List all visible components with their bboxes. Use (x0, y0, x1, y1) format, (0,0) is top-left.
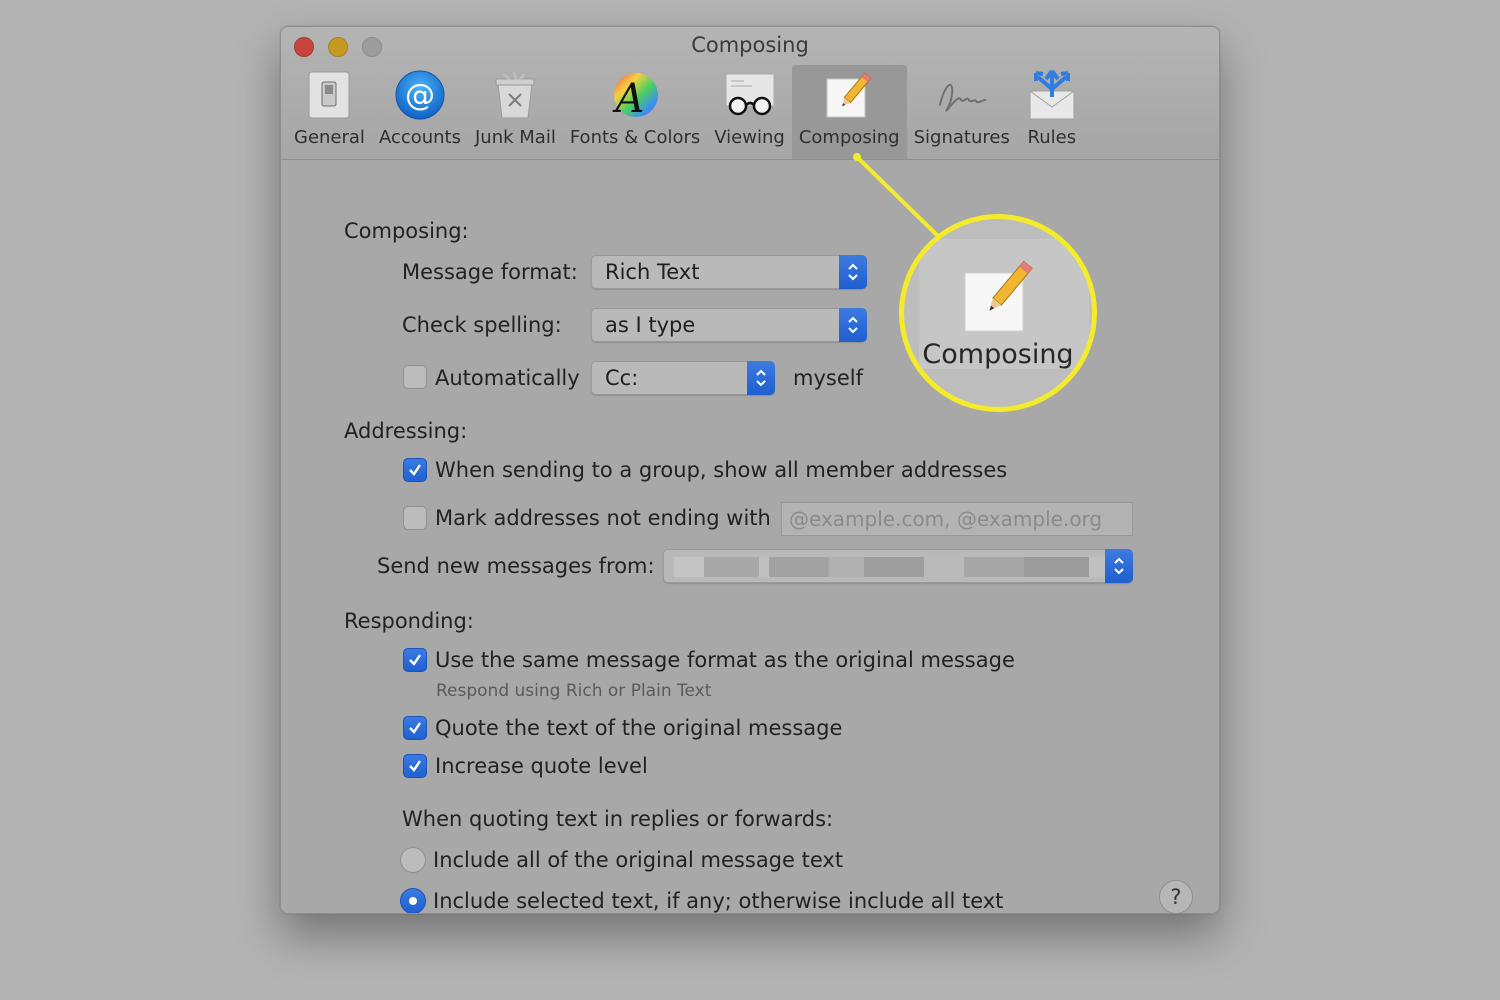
same-format-checkbox[interactable] (403, 648, 427, 672)
message-format-value: Rich Text (605, 260, 700, 284)
rules-envelope-icon (1024, 65, 1080, 125)
mark-addresses-field[interactable]: @example.com, @example.org (781, 502, 1133, 536)
responding-heading: Responding: (344, 609, 474, 633)
message-format-label: Message format: (402, 260, 578, 284)
send-from-popup[interactable] (663, 549, 1133, 583)
group-addresses-checkbox[interactable] (403, 458, 427, 482)
tab-label: General (294, 127, 365, 148)
callout-label: Composing (922, 339, 1074, 370)
chevron-up-down-icon (839, 308, 867, 342)
message-format-popup[interactable]: Rich Text (591, 255, 867, 289)
include-selected-label: Include selected text, if any; otherwise… (433, 889, 1004, 913)
checkmark-icon (409, 654, 421, 666)
tab-junk-mail[interactable]: Junk Mail (468, 65, 563, 159)
tab-rules[interactable]: Rules (1017, 65, 1087, 159)
quoting-heading: When quoting text in replies or forwards… (402, 807, 834, 831)
tab-label: Viewing (714, 127, 785, 148)
check-spelling-label: Check spelling: (402, 313, 562, 337)
tab-accounts[interactable]: @ Accounts (372, 65, 468, 159)
checkmark-icon (409, 760, 421, 772)
pencil-icon (964, 260, 1033, 332)
signature-icon (934, 65, 990, 125)
addressing-heading: Addressing: (344, 419, 468, 443)
at-sign-icon: @ (392, 65, 448, 125)
tab-general[interactable]: General (287, 65, 372, 159)
chevron-up-down-icon (839, 255, 867, 289)
tab-label: Composing (798, 127, 900, 148)
include-all-radio[interactable] (400, 847, 426, 873)
mark-addresses-placeholder: @example.com, @example.org (789, 507, 1103, 531)
auto-cc-popup[interactable]: Cc: (591, 361, 775, 395)
chevron-up-down-icon (747, 361, 775, 395)
same-format-label: Use the same message format as the origi… (435, 648, 1015, 672)
callout-magnifier: Composing (899, 214, 1097, 412)
font-color-icon: A (607, 65, 663, 125)
preferences-toolbar: General @ Accounts Junk Mail A Fonts & C… (287, 65, 1087, 159)
auto-cc-suffix: myself (793, 366, 863, 390)
tab-label: Signatures (913, 127, 1010, 148)
quote-text-label: Quote the text of the original message (435, 716, 843, 740)
group-addresses-label: When sending to a group, show all member… (435, 458, 1008, 482)
window-title: Composing (691, 33, 809, 57)
tab-label: Accounts (378, 127, 461, 148)
svg-text:@: @ (405, 78, 435, 113)
pencil-icon (821, 65, 877, 125)
help-button[interactable]: ? (1159, 880, 1193, 913)
include-selected-radio[interactable] (400, 888, 426, 913)
mark-addresses-checkbox[interactable] (403, 506, 427, 530)
tab-fonts-colors[interactable]: A Fonts & Colors (563, 65, 707, 159)
switch-icon (301, 65, 357, 125)
chevron-up-down-icon (1105, 549, 1133, 583)
auto-cc-label: Automatically (435, 366, 580, 390)
glasses-icon (722, 65, 778, 125)
tab-label: Junk Mail (475, 127, 556, 148)
svg-text:A: A (612, 76, 645, 120)
trash-icon (487, 65, 543, 125)
quote-text-checkbox[interactable] (403, 716, 427, 740)
check-spelling-popup[interactable]: as I type (591, 308, 867, 342)
check-spelling-value: as I type (605, 313, 696, 337)
tab-label: Rules (1027, 127, 1077, 148)
increase-quote-checkbox[interactable] (403, 754, 427, 778)
tab-signatures[interactable]: Signatures (907, 65, 1017, 159)
composing-heading: Composing: (344, 219, 469, 243)
same-format-subtext: Respond using Rich or Plain Text (436, 681, 712, 701)
mark-addresses-label: Mark addresses not ending with (435, 506, 771, 530)
tab-label: Fonts & Colors (569, 127, 701, 148)
auto-cc-value: Cc: (605, 366, 639, 390)
increase-quote-label: Increase quote level (435, 754, 648, 778)
include-all-label: Include all of the original message text (433, 848, 844, 872)
auto-cc-checkbox[interactable] (403, 365, 427, 389)
tab-composing[interactable]: Composing (791, 65, 907, 159)
title-bar: Composing General @ Accounts Junk Mail A… (281, 27, 1219, 160)
checkmark-icon (409, 464, 421, 476)
send-from-label: Send new messages from: (377, 554, 655, 578)
preferences-window: Composing General @ Accounts Junk Mail A… (280, 26, 1220, 914)
tab-viewing[interactable]: Viewing (707, 65, 792, 159)
checkmark-icon (409, 722, 421, 734)
